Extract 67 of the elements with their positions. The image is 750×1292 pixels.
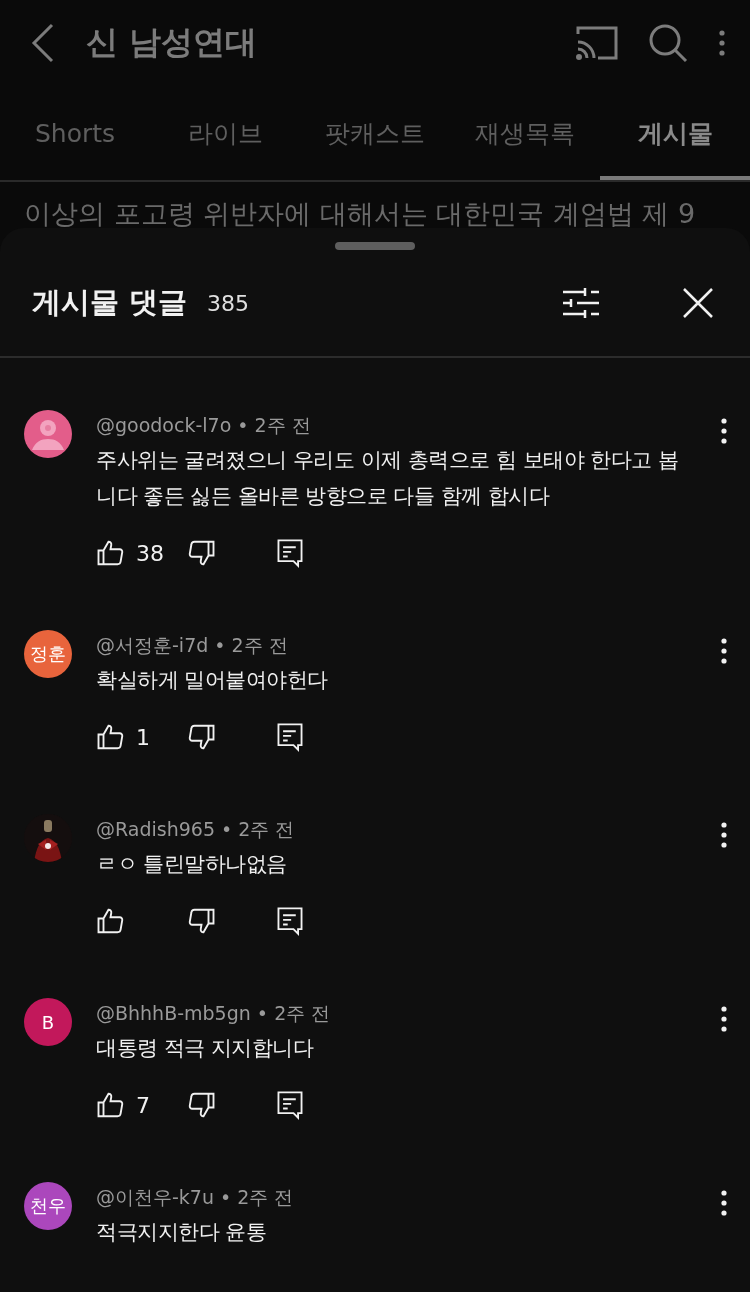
reply-icon bbox=[276, 1090, 304, 1120]
comment-meta: @BhhhB-mb5gn • 2주 전 bbox=[96, 1001, 332, 1026]
reply-icon bbox=[276, 722, 304, 752]
dislike-button[interactable] bbox=[186, 722, 216, 752]
comment-text: 주사위는 굴려졌으니 우리도 이제 총력으로 힘 보태야 한다고 봅니다 좋든 싫든 올바른 방향으로 다들 함께 합시다 bbox=[96, 447, 680, 510]
thumbs-up-icon bbox=[96, 906, 126, 936]
dislike-button[interactable] bbox=[186, 1090, 216, 1120]
reply-button[interactable] bbox=[276, 538, 304, 568]
reply-button[interactable] bbox=[276, 1090, 304, 1120]
more-icon bbox=[720, 1006, 728, 1032]
avatar: 천우 bbox=[24, 1182, 72, 1230]
avatar: B bbox=[24, 998, 72, 1046]
tab[interactable]: 팟캐스트 bbox=[300, 86, 450, 180]
comment-text: ㄹㅇ 틀린말하나없음 bbox=[96, 851, 288, 878]
comment-menu-button[interactable] bbox=[720, 638, 728, 664]
thumbs-up-icon bbox=[96, 538, 126, 568]
reply-icon bbox=[276, 538, 304, 568]
more-icon bbox=[720, 418, 728, 444]
comment-meta: @Radish965 • 2주 전 bbox=[96, 817, 296, 842]
thumbs-down-icon bbox=[186, 722, 216, 752]
sheet-title: 게시물 댓글 bbox=[32, 284, 188, 321]
search-button[interactable] bbox=[648, 23, 688, 63]
dislike-button[interactable] bbox=[186, 906, 216, 936]
cast-button[interactable] bbox=[576, 26, 618, 60]
back-button[interactable] bbox=[30, 23, 56, 63]
more-icon bbox=[720, 638, 728, 664]
like-button[interactable] bbox=[96, 906, 126, 936]
dislike-button[interactable] bbox=[186, 538, 216, 568]
reply-button[interactable] bbox=[276, 906, 304, 936]
comment-count: 385 bbox=[207, 290, 251, 316]
comment-text: 확실하게 밀어붙여야헌다 bbox=[96, 667, 329, 694]
comment-text: 대통령 적극 지지합니다 bbox=[96, 1035, 315, 1062]
tab[interactable]: Shorts bbox=[0, 86, 150, 180]
comment-menu-button[interactable] bbox=[720, 822, 728, 848]
thumbs-up-icon bbox=[96, 1090, 126, 1120]
more-icon bbox=[720, 1190, 728, 1216]
like-count: 38 bbox=[136, 540, 165, 566]
thumbs-down-icon bbox=[186, 538, 216, 568]
thumbs-down-icon bbox=[186, 1090, 216, 1120]
avatar: 정훈 bbox=[24, 630, 72, 678]
comment-meta: @이천우-k7u • 2주 전 bbox=[96, 1185, 295, 1210]
comment-meta: @서정훈-i7d • 2주 전 bbox=[96, 633, 289, 658]
channel-title: 신 남성연대 bbox=[86, 22, 259, 63]
tab[interactable]: 라이브 bbox=[150, 86, 300, 180]
more-icon bbox=[718, 30, 726, 56]
close-button[interactable] bbox=[682, 287, 714, 319]
more-button[interactable] bbox=[718, 30, 726, 56]
comment-text: 적극지지한다 윤통 bbox=[96, 1219, 268, 1246]
comment-menu-button[interactable] bbox=[720, 1190, 728, 1216]
comment-menu-button[interactable] bbox=[720, 1006, 728, 1032]
reply-button[interactable] bbox=[276, 722, 304, 752]
drag-handle[interactable] bbox=[335, 242, 415, 250]
like-button[interactable] bbox=[96, 1090, 126, 1120]
like-count: 1 bbox=[136, 724, 151, 750]
comment-meta: @goodock-l7o • 2주 전 bbox=[96, 413, 312, 438]
thumbs-down-icon bbox=[186, 906, 216, 936]
thumbs-up-icon bbox=[96, 722, 126, 752]
like-button[interactable] bbox=[96, 722, 126, 752]
more-icon bbox=[720, 822, 728, 848]
post-text: 이상의 포고령 위반자에 대해서는 대한민국 계엄법 제 9 bbox=[23, 197, 697, 231]
tab[interactable]: 게시물 bbox=[600, 86, 750, 180]
filter-button[interactable] bbox=[562, 287, 600, 319]
like-button[interactable] bbox=[96, 538, 126, 568]
like-count: 7 bbox=[136, 1092, 151, 1118]
comment-menu-button[interactable] bbox=[720, 418, 728, 444]
tab[interactable]: 재생목록 bbox=[450, 86, 600, 180]
reply-icon bbox=[276, 906, 304, 936]
